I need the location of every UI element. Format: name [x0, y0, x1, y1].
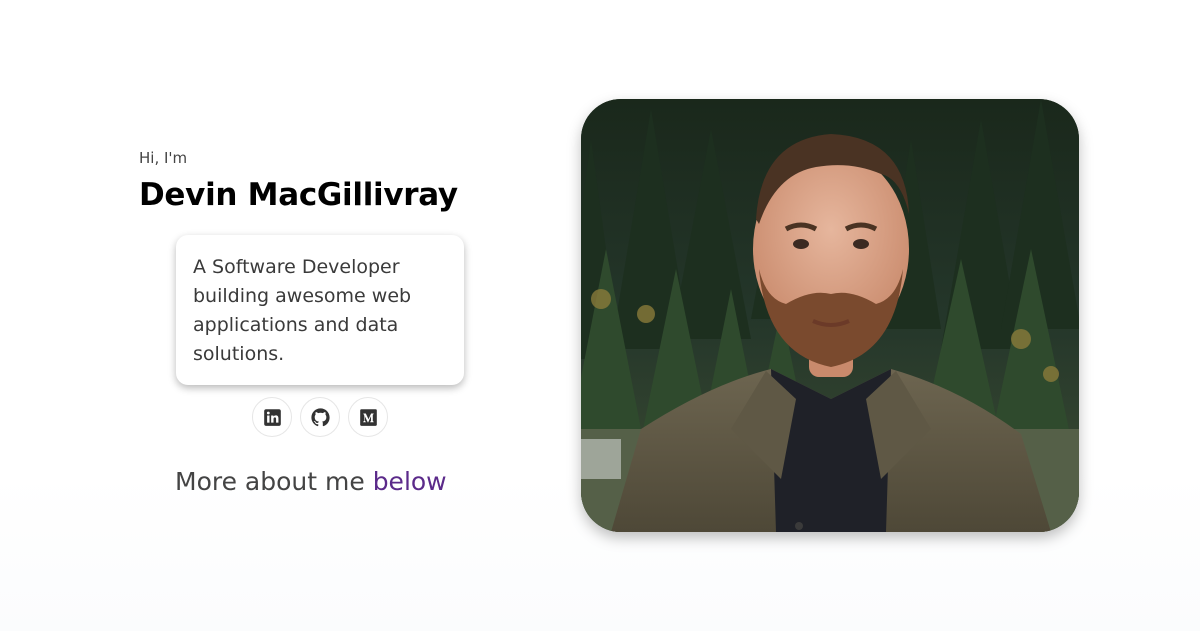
page-title: Devin MacGillivray: [139, 177, 458, 213]
more-about-me: More about me below: [175, 464, 447, 500]
tagline-text: A Software Developer building awesome we…: [193, 256, 412, 365]
more-about-link[interactable]: below: [373, 467, 447, 496]
greeting-text: Hi, I'm: [139, 149, 188, 167]
github-icon: [310, 407, 330, 426]
portrait-illustration: [581, 99, 1079, 532]
hero-section: Hi, I'm Devin MacGillivray A Software De…: [0, 0, 1200, 631]
medium-icon: [359, 408, 377, 426]
linkedin-button[interactable]: [252, 397, 292, 437]
more-about-text: More about me: [175, 467, 365, 496]
github-button[interactable]: [300, 397, 340, 437]
social-links: [252, 397, 388, 437]
medium-button[interactable]: [348, 397, 388, 437]
tagline-card: A Software Developer building awesome we…: [176, 235, 464, 385]
profile-photo: [581, 99, 1079, 532]
linkedin-icon: [263, 408, 281, 426]
